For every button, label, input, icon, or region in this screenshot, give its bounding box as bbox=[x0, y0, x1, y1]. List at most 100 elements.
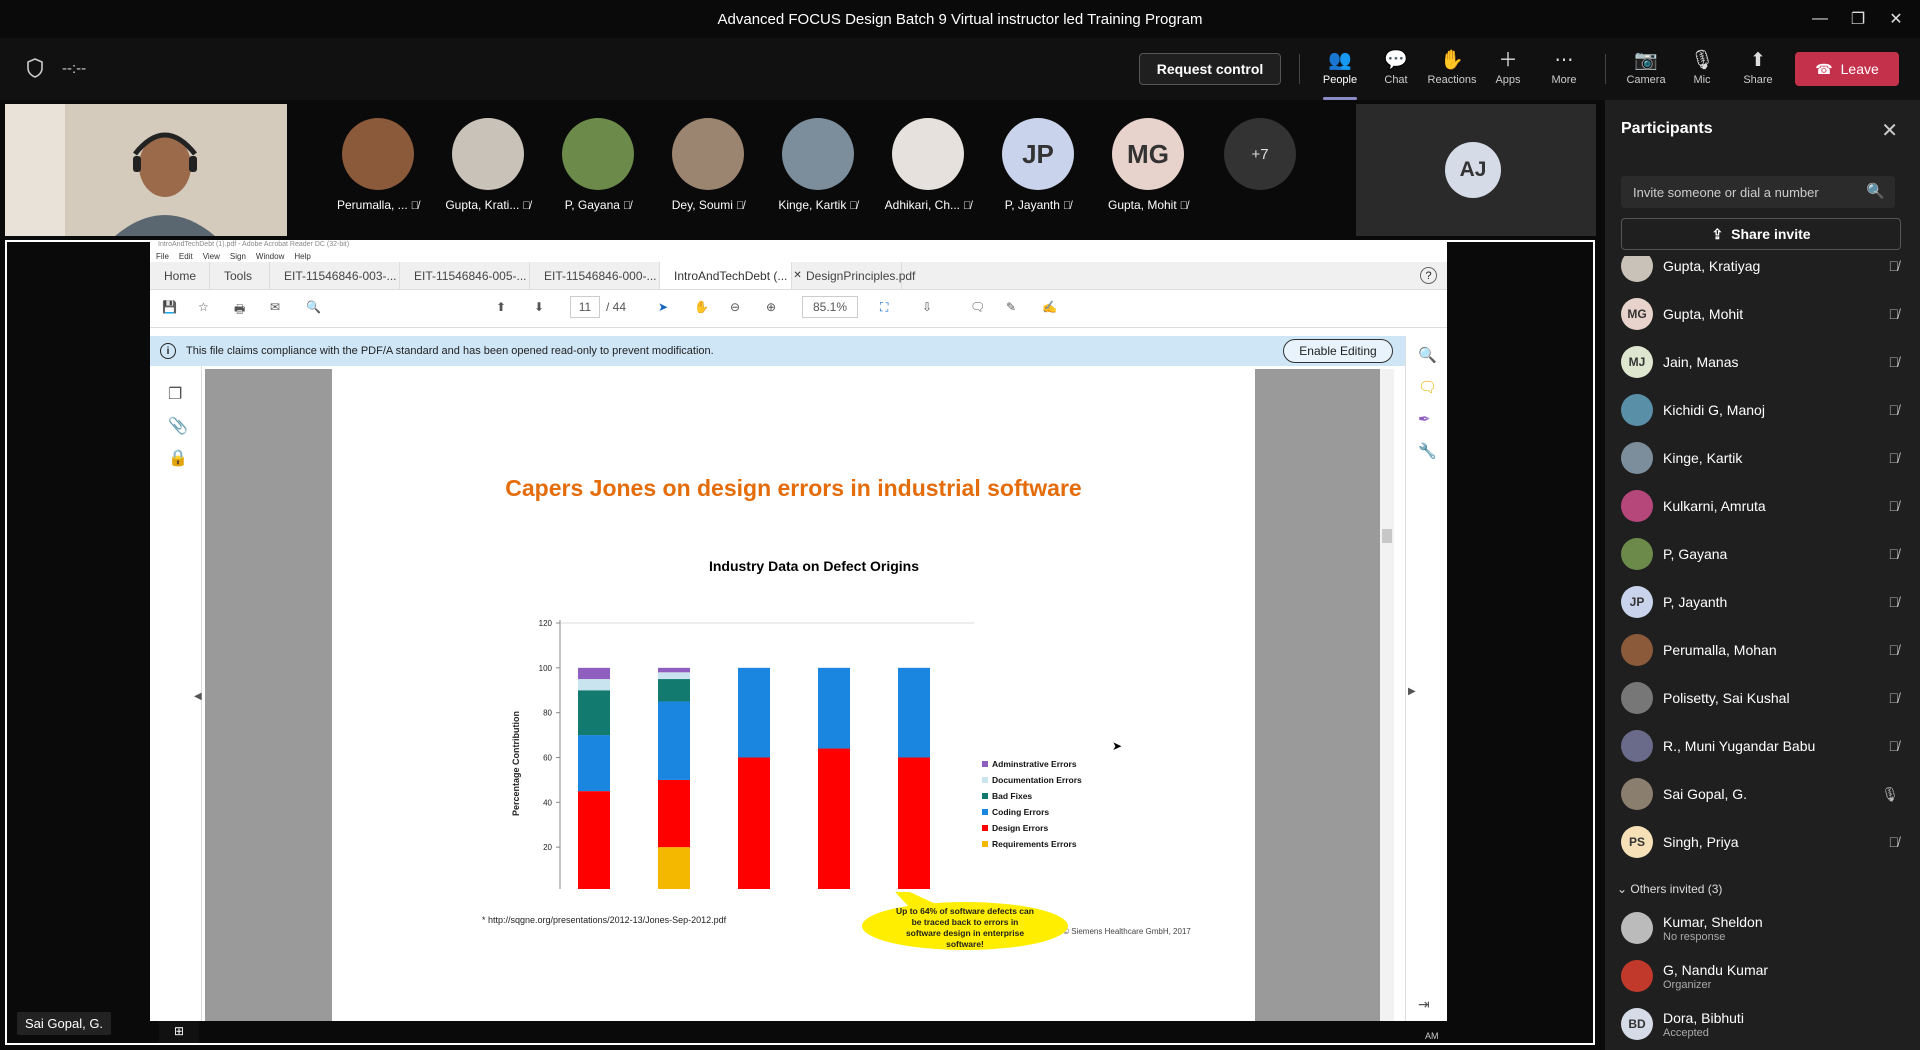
scroll-mode-icon[interactable]: ⇩ bbox=[922, 300, 932, 314]
participant-row[interactable]: Gupta, Kratiyag 🎙̸ bbox=[1621, 256, 1911, 286]
page-number-input[interactable]: 11 bbox=[570, 296, 600, 318]
shield-icon[interactable] bbox=[26, 58, 44, 78]
search-icon[interactable]: 🔍 bbox=[306, 300, 321, 314]
menu-item-view[interactable]: View bbox=[203, 252, 220, 261]
comment-icon[interactable]: 🗨 bbox=[970, 300, 985, 314]
mic-off-icon: 🎙̸ bbox=[1176, 200, 1188, 212]
attendee-tile[interactable]: Kinge, Kartik 🎙̸ bbox=[768, 118, 868, 212]
pages-thumbnail-icon[interactable]: ❐ bbox=[168, 384, 182, 404]
fill-sign-icon[interactable]: ✒ bbox=[1418, 410, 1431, 428]
request-control-button[interactable]: Request control bbox=[1139, 53, 1281, 85]
invite-input[interactable]: Invite someone or dial a number 🔍 bbox=[1621, 176, 1895, 208]
camera-button[interactable]: 📷 Camera bbox=[1618, 48, 1674, 94]
menu-item-window[interactable]: Window bbox=[256, 252, 284, 261]
sign-icon[interactable]: ✍ bbox=[1042, 300, 1057, 314]
avatar bbox=[672, 118, 744, 190]
apps-button[interactable]: ＋ Apps bbox=[1480, 48, 1536, 94]
collapse-left-icon[interactable]: ◀ bbox=[194, 691, 202, 702]
others-invited-header[interactable]: ⌄ Others invited (3) bbox=[1617, 882, 1722, 896]
zoom-search-icon[interactable]: 🔍 bbox=[1418, 346, 1437, 364]
phone-hangup-icon: ☎ bbox=[1815, 60, 1833, 77]
fit-page-icon[interactable]: ⛶ bbox=[880, 300, 888, 315]
participant-row[interactable]: JP P, Jayanth 🎙̸ bbox=[1621, 582, 1911, 622]
expand-panel-icon[interactable]: ⇥ bbox=[1418, 996, 1430, 1013]
close-window-icon[interactable]: ✕ bbox=[1873, 0, 1919, 38]
more-button[interactable]: ⋯ More bbox=[1536, 48, 1592, 94]
people-button[interactable]: 👥 People bbox=[1312, 48, 1368, 100]
menu-item-edit[interactable]: Edit bbox=[179, 252, 193, 261]
scrollbar-thumb[interactable] bbox=[1382, 529, 1392, 543]
participant-row[interactable]: Sai Gopal, G. 🎙 bbox=[1621, 774, 1911, 814]
search-icon[interactable]: 🔍 bbox=[1866, 182, 1885, 200]
tab-tools[interactable]: Tools bbox=[210, 262, 270, 289]
comment-panel-icon[interactable]: 🗨 bbox=[1418, 378, 1437, 396]
security-icon[interactable]: 🔒 bbox=[168, 448, 188, 468]
avatar bbox=[1621, 682, 1653, 714]
participant-row[interactable]: Polisetty, Sai Kushal 🎙̸ bbox=[1621, 678, 1911, 718]
save-icon[interactable]: 💾 bbox=[162, 300, 177, 314]
participant-row[interactable]: Perumalla, Mohan 🎙̸ bbox=[1621, 630, 1911, 670]
zoom-in-icon[interactable]: ⊕ bbox=[766, 300, 776, 314]
attendee-tile[interactable]: MG Gupta, Mohit 🎙̸ bbox=[1098, 118, 1198, 212]
menu-item-file[interactable]: File bbox=[156, 252, 169, 261]
highlight-icon[interactable]: ✎ bbox=[1006, 300, 1016, 314]
attendee-tile[interactable]: Gupta, Krati... 🎙̸ bbox=[438, 118, 538, 212]
participant-row[interactable]: G, Nandu Kumar Organizer bbox=[1621, 956, 1911, 996]
page-down-icon[interactable]: ⬇ bbox=[534, 300, 544, 314]
participant-row[interactable]: Kinge, Kartik 🎙̸ bbox=[1621, 438, 1911, 478]
attendee-tile[interactable]: Perumalla, ... 🎙̸ bbox=[328, 118, 428, 212]
participant-row[interactable]: Kichidi G, Manoj 🎙̸ bbox=[1621, 390, 1911, 430]
attendee-tile[interactable]: JP P, Jayanth 🎙̸ bbox=[988, 118, 1088, 212]
participant-row[interactable]: MJ Jain, Manas 🎙̸ bbox=[1621, 342, 1911, 382]
document-tab[interactable]: EIT-11546846-005-... bbox=[400, 262, 530, 289]
close-icon[interactable]: ✕ bbox=[1881, 118, 1898, 143]
mic-button[interactable]: 🎙 Mic bbox=[1674, 48, 1730, 94]
spotlight-tile[interactable]: AJ bbox=[1356, 104, 1596, 236]
select-tool-icon[interactable]: ➤ bbox=[658, 300, 668, 314]
leave-button[interactable]: ☎ Leave bbox=[1795, 52, 1899, 86]
participant-row[interactable]: R., Muni Yugandar Babu 🎙̸ bbox=[1621, 726, 1911, 766]
more-tools-icon[interactable]: 🔧 bbox=[1418, 442, 1437, 460]
participant-row[interactable]: Kulkarni, Amruta 🎙̸ bbox=[1621, 486, 1911, 526]
attendee-tile[interactable]: P, Gayana 🎙̸ bbox=[548, 118, 648, 212]
document-tab[interactable]: EIT-11546846-003-... bbox=[270, 262, 400, 289]
share-invite-button[interactable]: ⇪ Share invite bbox=[1621, 218, 1901, 250]
more-participants-tile[interactable]: +7 bbox=[1210, 118, 1310, 190]
page-up-icon[interactable]: ⬆ bbox=[496, 300, 506, 314]
bar-segment bbox=[658, 779, 690, 848]
email-icon[interactable]: ✉ bbox=[270, 300, 280, 314]
attendee-tile[interactable]: Adhikari, Ch... 🎙̸ bbox=[878, 118, 978, 212]
reactions-button[interactable]: ✋ Reactions bbox=[1424, 48, 1480, 94]
chat-button[interactable]: 💬 Chat bbox=[1368, 48, 1424, 94]
menu-item-help[interactable]: Help bbox=[294, 252, 310, 261]
slide-footnote: * http://sqgne.org/presentations/2012-13… bbox=[482, 915, 727, 925]
chart-title: Industry Data on Defect Origins bbox=[709, 558, 919, 574]
meeting-info: --:-- bbox=[26, 58, 86, 78]
mic-off-icon: 🎙̸ bbox=[1888, 642, 1900, 658]
participant-row[interactable]: Kumar, Sheldon No response bbox=[1621, 908, 1911, 948]
participant-row[interactable]: MG Gupta, Mohit 🎙̸ bbox=[1621, 294, 1911, 334]
document-tab[interactable]: IntroAndTechDebt (... ✕ bbox=[660, 262, 802, 289]
enable-editing-button[interactable]: Enable Editing bbox=[1283, 339, 1393, 363]
participant-row[interactable]: PS Singh, Priya 🎙̸ bbox=[1621, 822, 1911, 862]
attendee-tile[interactable]: Dey, Soumi 🎙̸ bbox=[658, 118, 758, 212]
windows-start-icon[interactable]: ⊞ bbox=[159, 1019, 199, 1043]
participant-row[interactable]: BD Dora, Bibhuti Accepted bbox=[1621, 1004, 1911, 1044]
hand-tool-icon[interactable]: ✋ bbox=[694, 300, 709, 314]
document-tab[interactable]: DesignPrinciples.pdf bbox=[792, 262, 915, 289]
zoom-level-select[interactable]: 85.1% bbox=[802, 296, 858, 318]
vertical-scrollbar[interactable] bbox=[1380, 369, 1394, 1021]
help-icon[interactable]: ? bbox=[1420, 267, 1437, 284]
print-icon[interactable]: 🖶 bbox=[234, 300, 245, 321]
menu-item-sign[interactable]: Sign bbox=[230, 252, 246, 261]
tab-home[interactable]: Home bbox=[150, 262, 210, 289]
zoom-out-icon[interactable]: ⊖ bbox=[730, 300, 740, 314]
star-icon[interactable]: ☆ bbox=[198, 300, 209, 314]
share-button[interactable]: ⬆ Share bbox=[1730, 48, 1786, 94]
attachment-icon[interactable]: 📎 bbox=[168, 416, 188, 436]
collapse-right-icon[interactable]: ▶ bbox=[1408, 686, 1416, 697]
self-video[interactable] bbox=[5, 104, 287, 236]
participant-row[interactable]: P, Gayana 🎙̸ bbox=[1621, 534, 1911, 574]
mic-on-icon: 🎙 bbox=[1881, 785, 1899, 802]
document-tab[interactable]: EIT-11546846-000-... bbox=[530, 262, 660, 289]
